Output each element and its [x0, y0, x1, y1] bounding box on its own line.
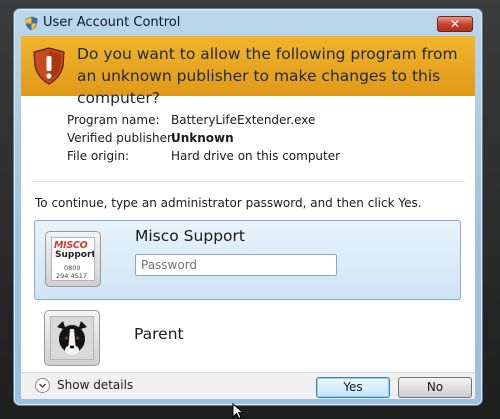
show-details-label: Show details — [57, 378, 134, 392]
detail-row-program-name: Program name: BatteryLifeExtender.exe — [67, 113, 447, 131]
avatar-phone-line1: 0800 — [64, 264, 81, 272]
detail-row-publisher: Verified publisher: Unknown — [67, 131, 447, 149]
detail-label: Program name: — [67, 113, 160, 127]
window-title: User Account Control — [43, 15, 181, 30]
account-tile-misco-support[interactable]: MISCO Support 0800 294 4517 Misco Suppor… — [34, 220, 461, 300]
divider — [31, 181, 465, 182]
detail-label: File origin: — [67, 149, 130, 163]
uac-shield-icon — [25, 16, 38, 31]
instruction-text: To continue, type an administrator passw… — [35, 196, 422, 210]
detail-row-file-origin: File origin: Hard drive on this computer — [67, 149, 447, 167]
no-button[interactable]: No — [398, 377, 472, 398]
password-input[interactable] — [135, 254, 337, 276]
title-bar: User Account Control ✕ — [14, 9, 482, 37]
avatar-caption: Support — [55, 250, 95, 260]
detail-value: Unknown — [171, 131, 234, 145]
avatar-phone-line2: 294 4517 — [56, 272, 88, 280]
avatar — [44, 310, 100, 366]
account-name: Misco Support — [135, 227, 245, 245]
warning-shield-icon — [33, 47, 65, 85]
account-tile-parent[interactable]: Parent — [34, 302, 461, 374]
chevron-down-icon — [35, 378, 50, 393]
avatar: MISCO Support 0800 294 4517 — [45, 231, 101, 287]
uac-dialog: User Account Control ✕ Do you want to al… — [13, 8, 483, 406]
detail-value: Hard drive on this computer — [171, 149, 341, 163]
warning-banner: Do you want to allow the following progr… — [21, 36, 475, 107]
misco-logo-image: MISCO Support 0800 294 4517 — [51, 237, 95, 281]
banner-question: Do you want to allow the following progr… — [77, 45, 458, 107]
account-name: Parent — [134, 325, 184, 343]
close-button[interactable]: ✕ — [437, 16, 473, 32]
mouse-cursor-icon — [232, 403, 245, 419]
dog-photo-icon — [50, 316, 94, 360]
dialog-footer: Show details Yes No — [21, 372, 475, 399]
detail-label: Verified publisher: — [67, 131, 176, 145]
yes-button[interactable]: Yes — [316, 377, 390, 398]
dialog-body: Do you want to allow the following progr… — [21, 36, 475, 399]
detail-value: BatteryLifeExtender.exe — [171, 113, 316, 127]
